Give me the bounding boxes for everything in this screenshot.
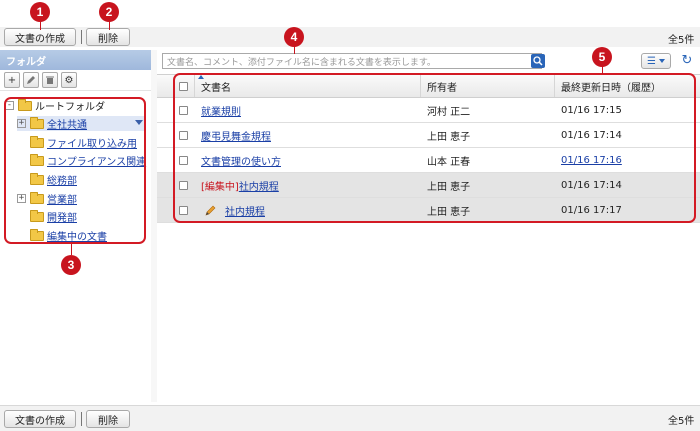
create-document-button[interactable]: 文書の作成 [4, 410, 76, 428]
highlight-folder-tree [4, 97, 146, 244]
toolbar-separator [81, 30, 82, 44]
callout-1: 1 [30, 2, 50, 22]
callout-5: 5 [592, 47, 612, 67]
folder-panel-title: フォルダ [0, 50, 151, 70]
view-menu-button[interactable]: ☰ [641, 53, 671, 69]
plus-icon[interactable]: + [4, 72, 20, 88]
delete-button[interactable]: 削除 [86, 410, 130, 428]
document-count: 全5件 [668, 416, 695, 427]
top-toolbar: 文書の作成 削除 全5件 [0, 27, 700, 47]
highlight-document-list [173, 73, 696, 223]
create-document-button[interactable]: 文書の作成 [4, 28, 76, 46]
list-view-icon: ☰ [647, 55, 656, 67]
gear-icon[interactable]: ⚙ [61, 72, 77, 88]
chevron-down-icon [658, 59, 665, 63]
callout-2-pointer [109, 21, 110, 30]
refresh-icon[interactable]: ↻ [679, 52, 695, 68]
delete-button[interactable]: 削除 [86, 28, 130, 46]
document-count: 全5件 [668, 35, 695, 46]
callout-3: 3 [61, 255, 81, 275]
pencil-icon[interactable] [23, 72, 39, 88]
trash-icon[interactable] [42, 72, 58, 88]
callout-4: 4 [284, 27, 304, 47]
callout-5-pointer [602, 66, 603, 74]
callout-4-pointer [294, 46, 295, 54]
search-input[interactable]: 文書名、コメント、添付ファイル名に含まれる文書を表示します。 [162, 53, 542, 69]
bottom-toolbar: 文書の作成 削除 全5件 [0, 405, 700, 431]
folder-tools: + ⚙ [0, 70, 151, 91]
search-icon[interactable] [531, 54, 545, 68]
toolbar-separator [81, 412, 82, 426]
callout-1-pointer [40, 21, 41, 30]
callout-2: 2 [99, 2, 119, 22]
callout-3-pointer [71, 244, 72, 255]
